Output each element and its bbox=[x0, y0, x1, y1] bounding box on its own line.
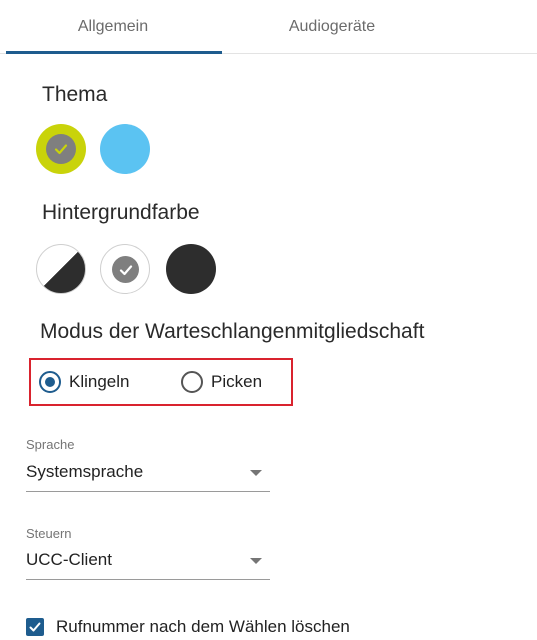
theme-swatch-blue[interactable] bbox=[100, 124, 150, 174]
checkbox-checked-icon bbox=[26, 618, 44, 636]
language-value: Systemsprache bbox=[26, 462, 144, 481]
control-label: Steuern bbox=[26, 526, 72, 541]
radio-unchecked-icon bbox=[181, 371, 203, 393]
background-swatch-light[interactable] bbox=[100, 244, 150, 294]
active-tab-indicator bbox=[6, 51, 222, 54]
radio-label: Picken bbox=[211, 372, 263, 391]
background-swatch-dark[interactable] bbox=[166, 244, 216, 294]
control-select[interactable]: UCC-Client bbox=[26, 546, 270, 580]
dropdown-arrow-icon bbox=[250, 470, 262, 476]
tab-bar: Allgemein Audiogeräte bbox=[0, 0, 537, 54]
dropdown-arrow-icon bbox=[250, 558, 262, 564]
language-select[interactable]: Systemsprache bbox=[26, 458, 270, 492]
radio-checked-icon bbox=[39, 371, 61, 393]
background-swatch-auto[interactable] bbox=[36, 244, 86, 294]
theme-title: Thema bbox=[42, 83, 108, 106]
queue-mode-title: Modus der Warteschlangenmitgliedschaft bbox=[40, 320, 425, 343]
tab-audio-devices[interactable]: Audiogeräte bbox=[222, 0, 442, 54]
check-icon bbox=[112, 256, 139, 283]
clear-number-checkbox[interactable]: Rufnummer nach dem Wählen löschen bbox=[26, 617, 350, 637]
radio-label: Klingeln bbox=[69, 372, 130, 391]
language-label: Sprache bbox=[26, 437, 75, 452]
clear-number-label: Rufnummer nach dem Wählen löschen bbox=[56, 617, 350, 636]
radio-picken[interactable]: Picken bbox=[181, 360, 262, 404]
control-value: UCC-Client bbox=[26, 550, 112, 569]
theme-swatch-lime[interactable] bbox=[36, 124, 86, 174]
tab-general[interactable]: Allgemein bbox=[6, 0, 220, 54]
check-icon bbox=[46, 134, 76, 164]
background-title: Hintergrundfarbe bbox=[42, 201, 200, 224]
radio-klingeln[interactable]: Klingeln bbox=[39, 360, 130, 404]
queue-mode-radio-group: Klingeln Picken bbox=[29, 358, 293, 406]
